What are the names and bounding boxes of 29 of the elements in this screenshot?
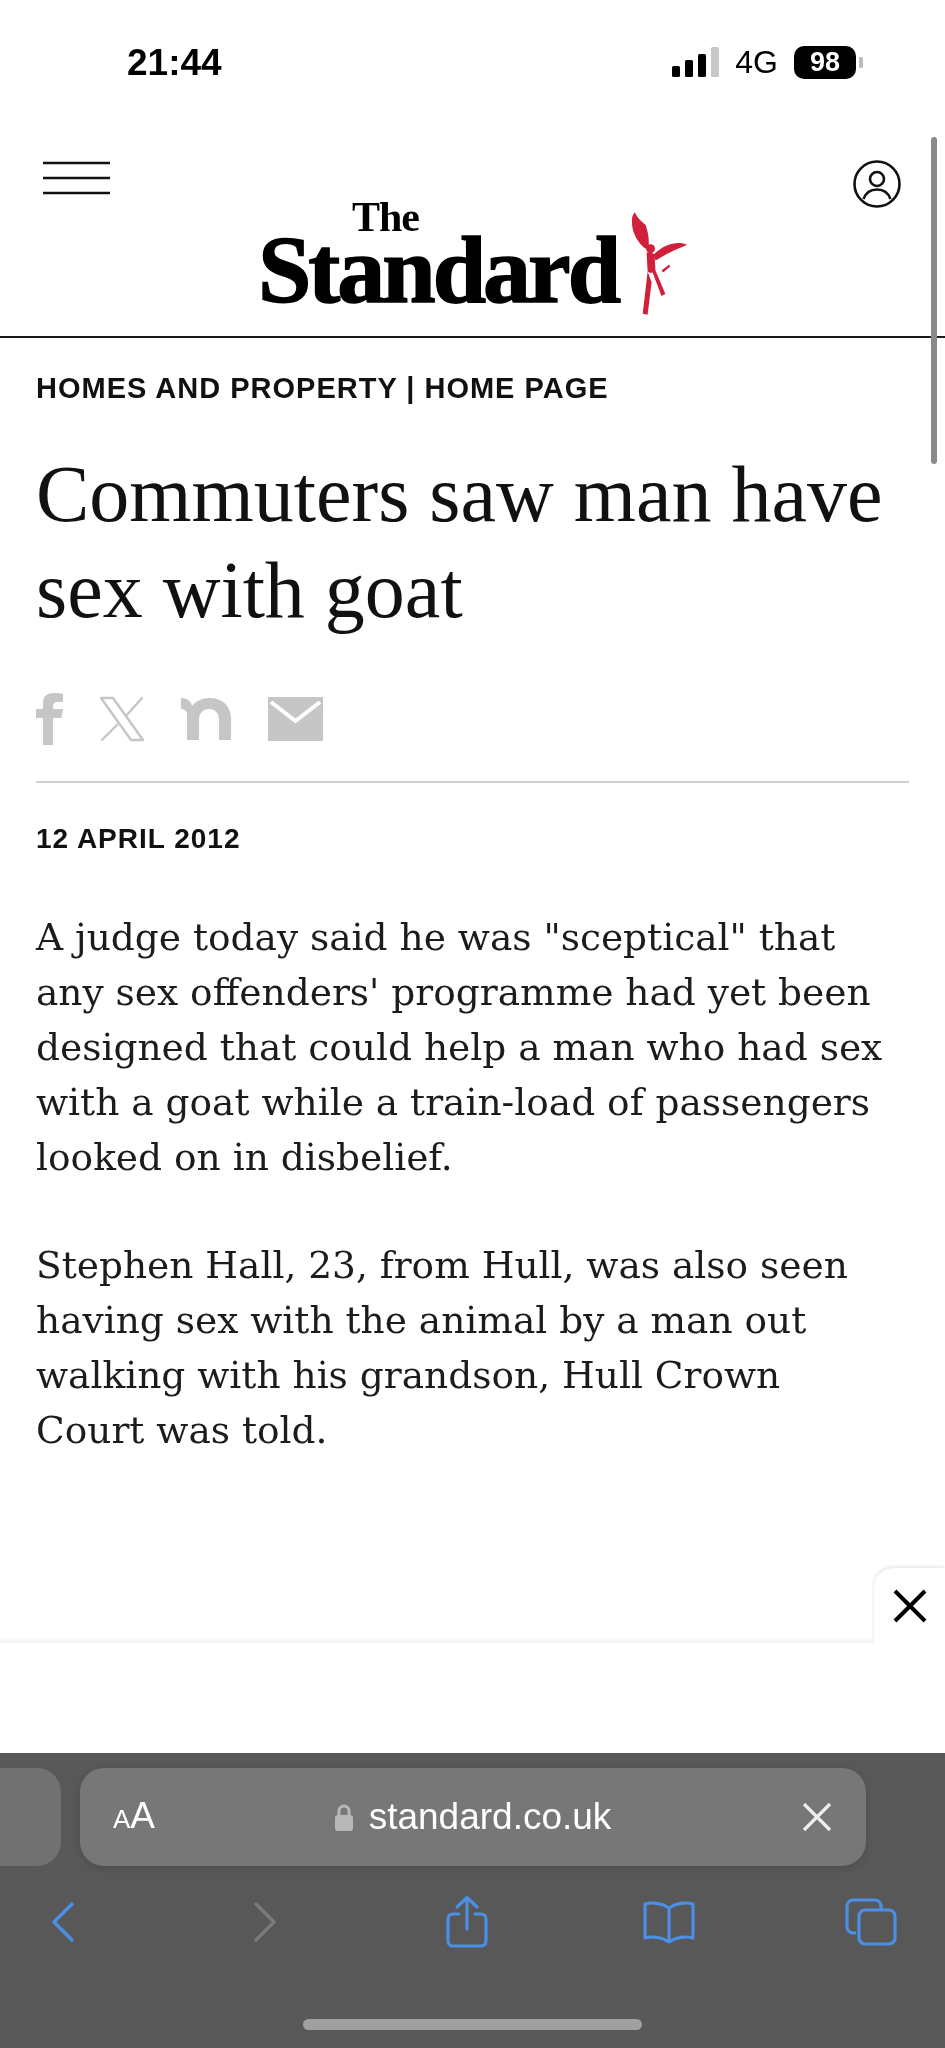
section-breadcrumb[interactable]: HOMES AND PROPERTY | HOME PAGE xyxy=(36,370,909,406)
clear-icon[interactable] xyxy=(802,1802,832,1832)
mail-icon[interactable] xyxy=(268,697,323,741)
tabs-icon[interactable] xyxy=(845,1898,897,1946)
adjacent-tab-bar[interactable] xyxy=(0,1768,61,1866)
battery-percent: 98 xyxy=(794,45,856,79)
logo-small-word[interactable]: The xyxy=(351,200,419,234)
n-logo-icon[interactable] xyxy=(181,697,231,741)
headline: Commuters saw man have sex with goat xyxy=(36,449,884,636)
menu-icon[interactable] xyxy=(43,161,110,195)
signal-icon xyxy=(672,47,720,77)
close-ad-button[interactable] xyxy=(874,1568,945,1643)
account-icon[interactable] xyxy=(853,160,901,208)
body-paragraph: Stephen Hall, 23, from Hull, was also seen having sex with the animal by a man out walking with his grandson, Hull Crown Court was told. xyxy=(36,1242,849,1454)
logo-wordmark[interactable]: Standard xyxy=(257,234,619,306)
body-paragraph: A judge today said he was "sceptical" that any sex offenders' programme had yet been designed that could help a man who had sex with a goat while a train-load of passengers looked on in disbelief. xyxy=(36,914,884,1181)
url-text: standard.co.uk xyxy=(368,1795,612,1839)
facebook-icon[interactable] xyxy=(36,693,63,745)
address-bar[interactable]: AA standard.co.uk xyxy=(80,1768,866,1866)
share-icon[interactable] xyxy=(445,1895,489,1949)
close-icon xyxy=(891,1587,928,1624)
lock-icon xyxy=(333,1803,354,1831)
article-date: 12 APRIL 2012 xyxy=(36,823,242,855)
book-icon[interactable] xyxy=(642,1900,696,1944)
back-icon[interactable] xyxy=(50,1901,76,1943)
status-time: 21:44 xyxy=(127,43,222,83)
x-logo-icon[interactable] xyxy=(99,696,145,742)
network-type: 4G xyxy=(735,44,778,80)
text-size-button[interactable]: AA xyxy=(113,1794,156,1840)
